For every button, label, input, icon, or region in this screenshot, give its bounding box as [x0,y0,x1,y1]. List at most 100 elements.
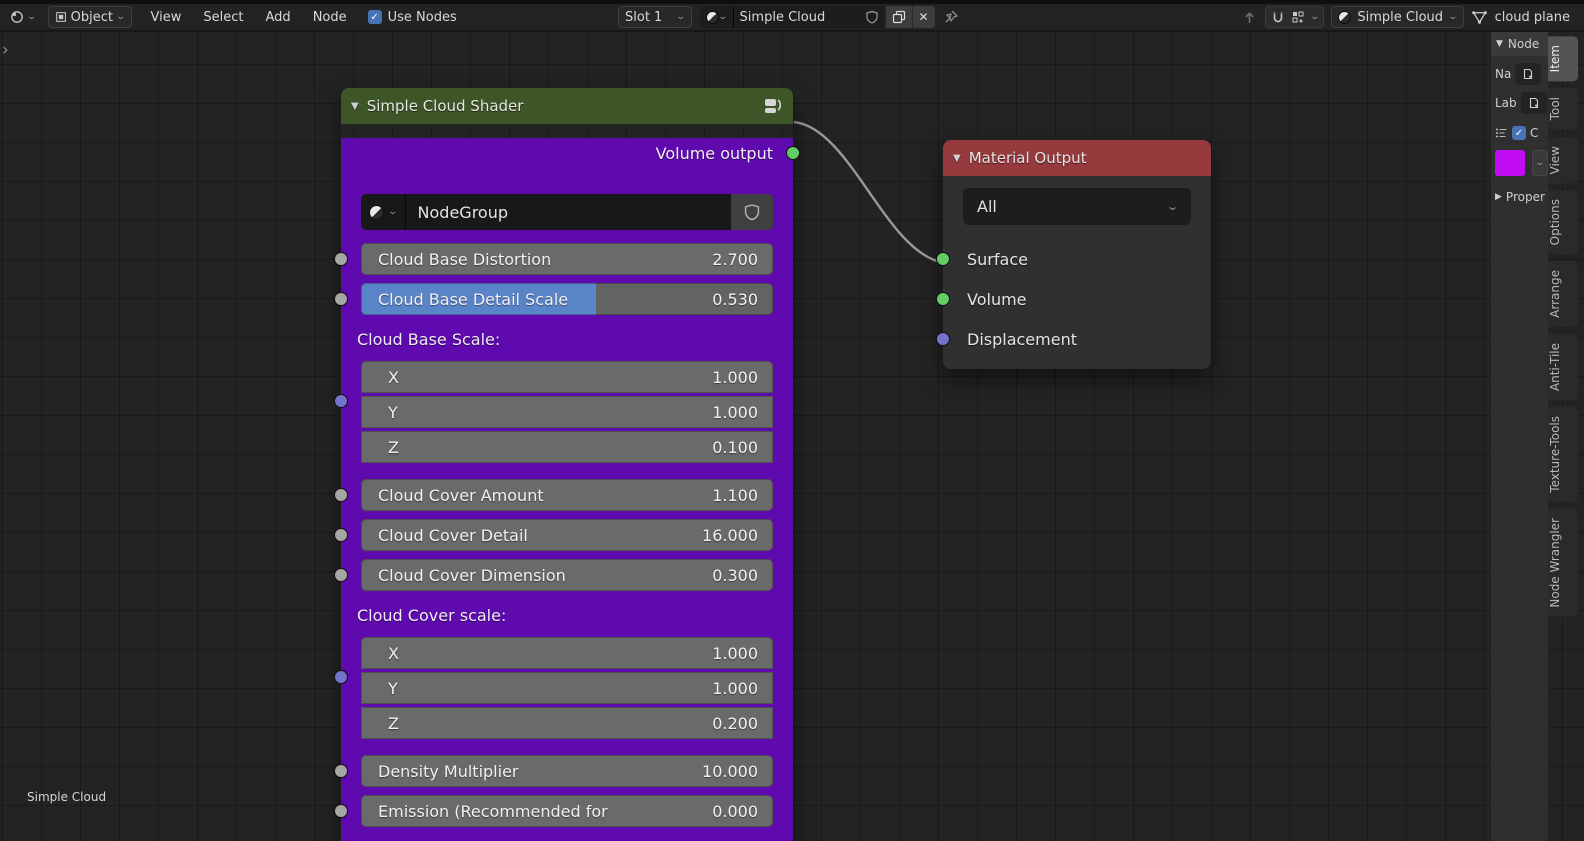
collapse-triangle-icon[interactable]: ▼ [953,153,961,164]
material-browse-button[interactable]: ⌄ [700,6,733,28]
input-socket-value[interactable] [334,488,348,502]
input-socket-value[interactable] [334,804,348,818]
shader-type-label: Object [71,10,113,25]
input-socket-value[interactable] [334,252,348,266]
properties-panel-row[interactable]: ▶ Proper [1495,190,1548,204]
group-node-simple-cloud-shader[interactable]: ▼ Simple Cloud Shader Volume output ⌄ [341,88,793,841]
id-selector[interactable]: Simple Cloud ⌄ [1331,6,1463,28]
vector-slider-y[interactable]: Y1.000 [361,396,773,428]
input-socket-vector[interactable] [334,394,348,408]
custom-color-checkbox[interactable]: ✓ [1512,126,1526,140]
slider-emission-recommended-for[interactable]: Emission (Recommended for0.000 [361,795,773,827]
tab-item[interactable]: Item [1548,36,1578,81]
snap-target-icon [1291,10,1305,24]
input-socket-value[interactable] [334,528,348,542]
material-output-node[interactable]: ▼ Material Output All ⌄ SurfaceVolumeDis… [943,140,1211,369]
nodetree-icon [369,205,384,220]
vector-slider-x[interactable]: X1.000 [361,361,773,393]
vector-slider-x[interactable]: X1.000 [361,637,773,669]
active-object-label: cloud plane [1495,10,1570,25]
use-nodes-checkbox[interactable]: ✓ [368,10,382,24]
node-label-field[interactable] [1521,92,1547,114]
slider-cloud-cover-detail[interactable]: Cloud Cover Detail16.000 [361,519,773,551]
chevron-down-icon: ⌄ [115,12,126,22]
sidebar: ▼ Node Na Lab [1490,32,1584,841]
vector-slider-z[interactable]: Z0.100 [361,431,773,463]
collapse-triangle-icon[interactable]: ▼ [351,101,359,112]
tab-node-wrangler[interactable]: Node Wrangler [1548,509,1578,617]
slider-cloud-cover-dimension[interactable]: Cloud Cover Dimension0.300 [361,559,773,591]
menu-add[interactable]: Add [255,10,302,25]
snapping-controls[interactable]: ⌄ [1265,6,1325,28]
slider-label: Density Multiplier [361,762,702,781]
input-socket-value[interactable] [334,568,348,582]
vector-input-group: X1.000Y1.000Z0.100 [361,361,773,463]
material-datablock: ⌄ Simple Cloud ✕ [700,6,935,28]
fake-user-button[interactable] [731,194,773,230]
tab-tool[interactable]: Tool [1548,88,1578,129]
slider-value: 1.100 [712,486,773,505]
volume-output-socket[interactable] [786,146,800,160]
input-socket-vector[interactable] [334,670,348,684]
material-output-header[interactable]: ▼ Material Output [943,140,1211,176]
slider-value: 2.700 [712,250,773,269]
slider-cloud-base-distortion[interactable]: Cloud Base Distortion2.700 [361,243,773,275]
shader-type-dropdown[interactable]: Object ⌄ [48,6,132,28]
group-node-header[interactable]: ▼ Simple Cloud Shader [341,88,793,124]
toolbar-expand-icon[interactable]: › [2,40,9,60]
tab-view[interactable]: View [1548,137,1578,183]
pin-icon[interactable] [943,9,959,25]
collapse-triangle-icon: ▶ [1495,192,1502,202]
group-node-inputs: Cloud Base Distortion2.700 Cloud Base Det… [361,243,773,827]
slider-cloud-base-detail-scale[interactable]: Cloud Base Detail Scale0.530 [361,283,773,315]
input-socket-value[interactable] [334,292,348,306]
input-label: Volume [967,290,1027,309]
tab-texture-tools[interactable]: Texture-Tools [1548,407,1578,502]
copy-icon [892,10,906,24]
new-material-button[interactable] [885,6,912,28]
node-label-row: Lab [1495,92,1548,114]
section-label: Cloud Base Scale: [357,327,773,351]
menu-select[interactable]: Select [192,10,254,25]
use-nodes-toggle[interactable]: ✓ Use Nodes [362,6,463,28]
sidebar-tabs: Item Tool View Options Arrange Anti-Tile Textu… [1548,32,1584,841]
tab-options[interactable]: Options [1548,190,1578,254]
go-to-parent-icon[interactable] [1241,9,1258,26]
nodegroup-name-field[interactable]: NodeGroup [406,194,731,230]
fake-user-button[interactable] [859,6,885,28]
color-swatch-row: ⌄ [1495,150,1548,176]
editor-type-button[interactable]: ⌄ [4,6,42,28]
input-socket-displacement[interactable] [936,332,950,346]
input-socket-value[interactable] [334,764,348,778]
tab-anti-tile[interactable]: Anti-Tile [1548,334,1578,400]
menu-bar: ViewSelectAddNode [140,10,358,25]
menu-node[interactable]: Node [302,10,358,25]
slider-value: 0.300 [712,566,773,585]
node-panel-header[interactable]: ▼ Node [1491,32,1548,56]
slider-value: 0.530 [712,290,773,309]
target-select[interactable]: All ⌄ [963,188,1191,225]
input-socket-surface[interactable] [936,252,950,266]
material-icon [1338,11,1351,24]
input-socket-volume[interactable] [936,292,950,306]
tab-arrange[interactable]: Arrange [1548,261,1578,327]
section-label: Cloud Cover scale: [357,603,773,627]
node-name-field[interactable] [1515,63,1541,85]
presets-icon[interactable] [1495,127,1508,139]
editor-header: ⌄ Object ⌄ ViewSelectAddNode ✓ Use Nodes… [0,4,1584,31]
material-name-field[interactable]: Simple Cloud [733,6,859,28]
nodetree-browse-button[interactable]: ⌄ [361,194,406,230]
material-slot-dropdown[interactable]: Slot 1 ⌄ [618,6,692,28]
node-panel: ▼ Node Na Lab [1490,32,1548,841]
axis-value: 0.200 [712,714,773,733]
node-canvas[interactable]: › ▼ Simple Cloud Shader Volume output [0,32,1584,841]
name-label: Na [1495,67,1511,81]
slider-density-multiplier[interactable]: Density Multiplier10.000 [361,755,773,787]
unlink-material-button[interactable]: ✕ [912,6,935,28]
vector-slider-z[interactable]: Z0.200 [361,707,773,739]
node-color-swatch[interactable] [1495,150,1525,176]
slider-cloud-cover-amount[interactable]: Cloud Cover Amount1.100 [361,479,773,511]
color-dropdown-button[interactable]: ⌄ [1532,150,1548,176]
menu-view[interactable]: View [140,10,193,25]
vector-slider-y[interactable]: Y1.000 [361,672,773,704]
